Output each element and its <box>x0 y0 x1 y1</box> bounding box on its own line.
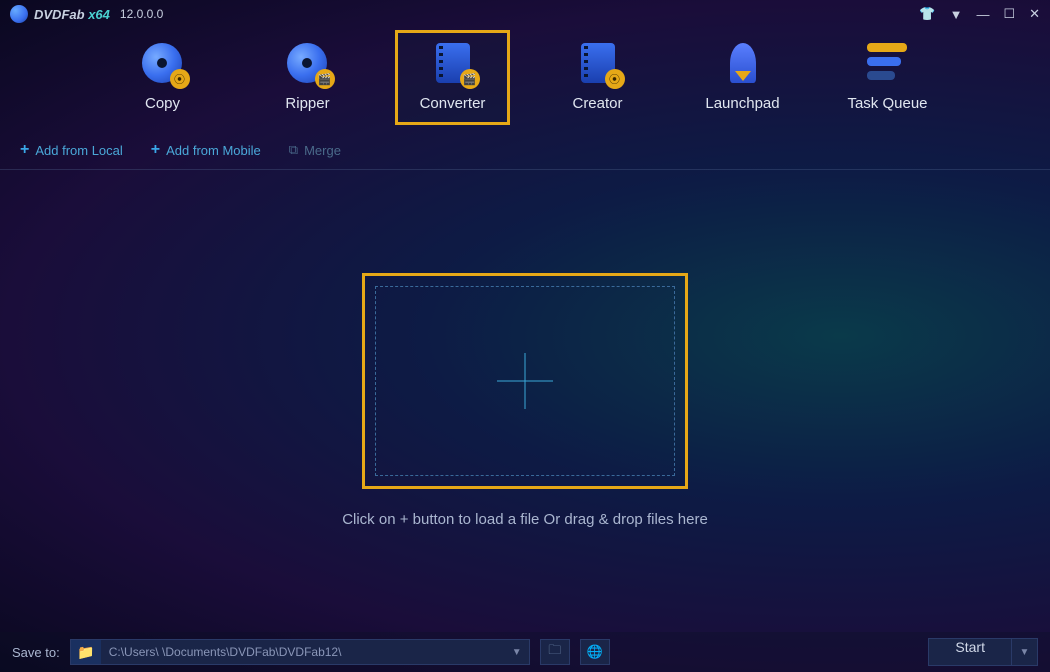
tool-launchpad[interactable]: Launchpad <box>685 30 800 125</box>
app-version: 12.0.0.0 <box>120 7 163 21</box>
window-controls: 👕 ▼ — ☐ ✕ <box>919 6 1040 22</box>
add-from-mobile-button[interactable]: + Add from Mobile <box>151 141 261 159</box>
add-from-mobile-label: Add from Mobile <box>166 143 261 158</box>
titlebar-left: DVDFab x64 12.0.0.0 <box>10 5 163 23</box>
main-area: Click on + button to load a file Or drag… <box>0 170 1050 630</box>
task-queue-icon <box>867 43 909 85</box>
converter-icon: 🎬 <box>432 43 474 85</box>
plus-icon: + <box>151 141 160 159</box>
dropzone-highlight <box>362 273 688 489</box>
start-dropdown-icon[interactable]: ▼ <box>1012 638 1038 666</box>
titlebar: DVDFab x64 12.0.0.0 👕 ▼ — ☐ ✕ <box>0 0 1050 28</box>
copy-icon: ⦿ <box>142 43 184 85</box>
tool-creator[interactable]: ⦿ Creator <box>540 30 655 125</box>
save-to-label: Save to: <box>12 645 60 660</box>
maximize-icon[interactable]: ☐ <box>1003 6 1015 22</box>
shirt-icon[interactable]: 👕 <box>919 6 935 22</box>
tool-converter[interactable]: 🎬 Converter <box>395 30 510 125</box>
tool-ripper[interactable]: 🎬 Ripper <box>250 30 365 125</box>
launchpad-icon <box>722 43 764 85</box>
merge-icon: ⧉ <box>289 142 298 158</box>
app-logo-icon <box>10 5 28 23</box>
add-from-local-label: Add from Local <box>35 143 122 158</box>
tool-launchpad-label: Launchpad <box>705 95 779 112</box>
path-dropdown-icon[interactable]: ▼ <box>505 647 529 658</box>
add-file-plus-icon[interactable] <box>497 353 553 409</box>
tool-task-queue-label: Task Queue <box>847 95 927 112</box>
plus-icon: + <box>20 141 29 159</box>
creator-icon: ⦿ <box>577 43 619 85</box>
web-output-button[interactable]: 🌐 <box>580 639 610 665</box>
save-path-box[interactable]: 📁 C:\Users\ \Documents\DVDFab\DVDFab12\ … <box>70 639 530 665</box>
tool-task-queue[interactable]: Task Queue <box>830 30 945 125</box>
tool-creator-label: Creator <box>572 95 622 112</box>
ripper-icon: 🎬 <box>287 43 329 85</box>
tool-ripper-label: Ripper <box>285 95 329 112</box>
bottom-bar: Save to: 📁 C:\Users\ \Documents\DVDFab\D… <box>0 632 1050 672</box>
start-button[interactable]: Start <box>928 638 1012 666</box>
minimize-icon[interactable]: — <box>976 7 989 22</box>
main-toolbar: ⦿ Copy 🎬 Ripper 🎬 Converter ⦿ Creator La… <box>0 28 1050 133</box>
app-name: DVDFab x64 <box>34 7 110 22</box>
save-path-text: C:\Users\ \Documents\DVDFab\DVDFab12\ <box>101 645 505 659</box>
merge-button[interactable]: ⧉ Merge <box>289 142 341 158</box>
menu-dropdown-icon[interactable]: ▼ <box>950 7 963 22</box>
merge-label: Merge <box>304 143 341 158</box>
tool-converter-label: Converter <box>420 95 486 112</box>
dropzone-hint: Click on + button to load a file Or drag… <box>342 511 708 528</box>
close-icon[interactable]: ✕ <box>1029 6 1040 22</box>
dropzone[interactable] <box>375 286 675 476</box>
add-from-local-button[interactable]: + Add from Local <box>20 141 123 159</box>
folder-icon[interactable]: 📁 <box>71 640 101 664</box>
start-button-group: Start ▼ <box>928 638 1038 666</box>
sub-toolbar: + Add from Local + Add from Mobile ⧉ Mer… <box>0 133 1050 170</box>
tool-copy-label: Copy <box>145 95 180 112</box>
browse-folder-button[interactable]: 🗀 <box>540 639 570 665</box>
tool-copy[interactable]: ⦿ Copy <box>105 30 220 125</box>
